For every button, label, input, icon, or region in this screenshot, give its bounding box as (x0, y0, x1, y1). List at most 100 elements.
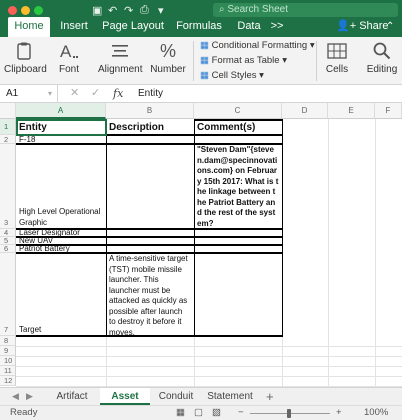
row-header-6[interactable]: 6 (0, 245, 16, 253)
row-header-8[interactable]: 8 (0, 336, 16, 346)
tab-data[interactable]: Data (232, 17, 266, 37)
sheet-tab-statement[interactable]: Statement (202, 388, 258, 405)
zoom-window-button[interactable] (34, 6, 43, 15)
cell-styles-icon: ▦ (200, 70, 209, 81)
page-layout-view-icon[interactable]: ▢ (194, 406, 203, 420)
undo-icon[interactable]: ↶ (108, 4, 117, 17)
title-bar: ▣ ↶ ↷ ⎙ ▾ ⌕ Search Sheet Home Insert Pag… (0, 0, 402, 37)
chevron-down-icon[interactable]: ▾ (48, 85, 52, 102)
next-sheet-icon[interactable]: ▶ (26, 388, 33, 405)
row-header-3[interactable]: 3 (0, 144, 16, 229)
format-as-table-icon: ▦ (200, 55, 209, 66)
collapse-ribbon-icon[interactable]: ⌃ (386, 17, 394, 37)
column-header-a[interactable]: A (16, 103, 106, 119)
row-header-11[interactable]: 11 (0, 366, 16, 376)
page-break-view-icon[interactable]: ▧ (212, 406, 221, 420)
font-button[interactable]: A Font (52, 37, 86, 85)
cell-a6[interactable]: Patriot Battery (17, 245, 105, 253)
column-header-e[interactable]: E (328, 103, 375, 119)
search-icon: ⌕ (219, 4, 225, 15)
more-tabs-button[interactable]: >> (268, 17, 286, 37)
customize-toolbar-icon[interactable]: ▾ (158, 4, 164, 17)
gridline (16, 376, 402, 377)
row-header-7[interactable]: 7 (0, 253, 16, 336)
tab-page-layout[interactable]: Page Layout (100, 17, 166, 37)
cell-b7[interactable]: A time-sensitive target (TST) mobile mis… (107, 254, 193, 335)
conditional-formatting-icon: ▦ (200, 40, 209, 51)
clipboard-button[interactable]: Clipboard (4, 37, 47, 85)
search-icon (373, 42, 391, 60)
chevron-down-icon: ▾ (282, 55, 287, 66)
gridline (16, 356, 402, 357)
share-button[interactable]: 👤+ Share (336, 17, 389, 37)
font-icon: A (60, 42, 78, 61)
cell-a3-text: High Level Operational Graphic (19, 207, 101, 227)
cell-a5[interactable]: New UAV (17, 237, 105, 245)
zoom-slider-thumb[interactable] (287, 409, 291, 418)
cells-button[interactable]: Cells (322, 37, 352, 85)
confirm-icon[interactable]: ✓ (91, 85, 100, 102)
ribbon-divider (193, 41, 194, 81)
zoom-level[interactable]: 100% (364, 406, 388, 420)
cell-b1[interactable]: Description (107, 121, 193, 134)
cell-a2[interactable]: F-18 (17, 135, 105, 144)
normal-view-icon[interactable]: ▦ (176, 406, 185, 420)
tab-formulas[interactable]: Formulas (172, 17, 226, 37)
cell-a4[interactable]: Laser Designator (17, 229, 105, 237)
zoom-in-button[interactable]: + (336, 406, 342, 420)
tab-home[interactable]: Home (8, 17, 50, 37)
editing-button[interactable]: Editing (362, 37, 402, 85)
formula-input[interactable]: Entity (138, 85, 163, 102)
sheet-tab-artifact[interactable]: Artifact (44, 388, 100, 405)
cell-c1[interactable]: Comment(s) (195, 121, 281, 134)
close-window-button[interactable] (8, 6, 17, 15)
column-header-b[interactable]: B (106, 103, 194, 119)
redo-icon[interactable]: ↷ (124, 4, 133, 17)
format-as-table-button[interactable]: ▦ Format as Table ▾ (200, 53, 287, 68)
add-sheet-button[interactable]: + (266, 388, 274, 405)
row-header-2[interactable]: 2 (0, 135, 16, 144)
column-header-f[interactable]: F (375, 103, 402, 119)
insert-function-button[interactable]: fx (113, 85, 123, 102)
row-header-9[interactable]: 9 (0, 346, 16, 356)
alignment-button[interactable]: Alignment (98, 37, 142, 85)
cell-a7[interactable]: Target (17, 254, 105, 335)
row-header-1[interactable]: 1 (0, 119, 16, 135)
clipboard-icon (17, 42, 31, 60)
tab-insert[interactable]: Insert (54, 17, 94, 37)
gridline (16, 366, 402, 367)
table-border (282, 119, 283, 337)
search-sheet-input[interactable]: ⌕ Search Sheet (213, 3, 398, 17)
row-header-4[interactable]: 4 (0, 229, 16, 237)
row-header-5[interactable]: 5 (0, 237, 16, 245)
chevron-down-icon: ▾ (259, 70, 264, 81)
percent-icon: % (159, 41, 176, 61)
sheet-tab-asset[interactable]: Asset (100, 388, 150, 405)
status-ready: Ready (10, 407, 38, 418)
table-border (16, 335, 283, 337)
save-icon[interactable]: ▣ (92, 4, 102, 17)
row-header-10[interactable]: 10 (0, 356, 16, 366)
sheet-tab-conduit[interactable]: Conduit (150, 388, 202, 405)
chevron-down-icon: ▾ (309, 40, 315, 51)
previous-sheet-icon[interactable]: ◀ (12, 388, 19, 405)
cell-a3[interactable]: High Level Operational Graphic (17, 145, 105, 228)
ribbon-divider (316, 41, 317, 81)
number-button[interactable]: % Number (148, 37, 188, 85)
spreadsheet-grid: A B C D E F 1 2 3 4 5 6 7 8 9 10 11 12 E… (0, 103, 402, 387)
ribbon: Clipboard A Font Alignment % Number ▦ Co… (0, 37, 402, 85)
status-bar: Ready ▦ ▢ ▧ − + 100% (0, 405, 402, 420)
print-icon[interactable]: ⎙ (140, 4, 149, 17)
minimize-window-button[interactable] (21, 6, 30, 15)
row-header-12[interactable]: 12 (0, 376, 16, 386)
sheet-tab-bar: ◀ ▶ Artifact Asset Conduit Statement + (0, 387, 402, 405)
cell-styles-button[interactable]: ▦ Cell Styles ▾ (200, 68, 264, 83)
conditional-formatting-button[interactable]: ▦ Conditional Formatting ▾ (200, 38, 315, 53)
cancel-icon[interactable]: ✕ (70, 85, 79, 102)
column-header-d[interactable]: D (282, 103, 328, 119)
select-all-corner[interactable] (0, 103, 16, 119)
column-header-c[interactable]: C (194, 103, 282, 119)
zoom-out-button[interactable]: − (238, 406, 244, 420)
active-cell-selection (16, 119, 107, 136)
cell-c3[interactable]: "Steven Dam"{steven.dam@specinnovations.… (195, 145, 281, 228)
